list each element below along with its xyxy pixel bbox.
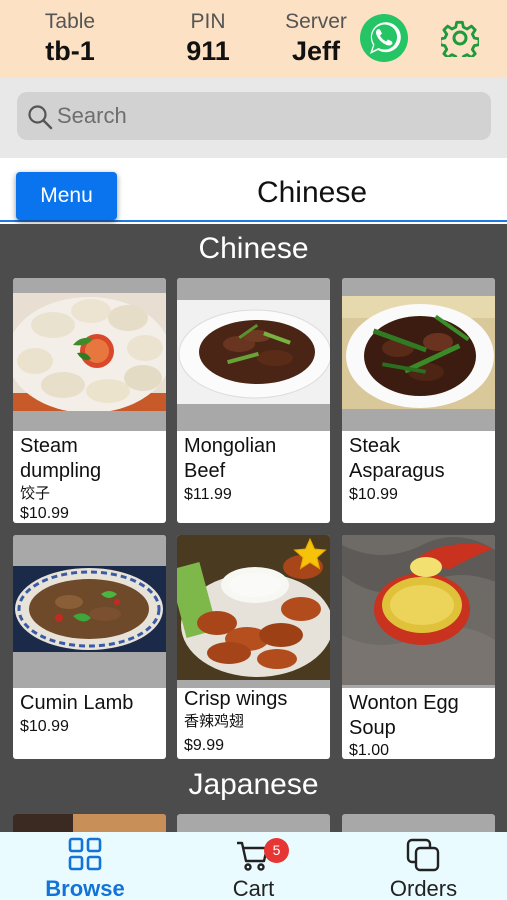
search-input[interactable]	[57, 100, 477, 132]
item-name-line1: Steam	[20, 435, 78, 457]
server-label: Server	[285, 10, 347, 33]
menu-item-card[interactable]: Steam dumpling 饺子 $10.99	[13, 278, 166, 523]
item-subtitle: 饺子	[20, 485, 51, 502]
menu-item-card[interactable]: Mongolian Beef $11.99	[177, 278, 330, 523]
wonton-egg-soup-image	[342, 535, 495, 685]
menu-item-card[interactable]: Crisp wings 香辣鸡翅 $9.99	[177, 535, 330, 759]
item-price: $10.99	[349, 486, 398, 503]
section-title-japanese: Japanese	[188, 768, 319, 801]
mongolian-beef-image	[177, 300, 330, 404]
item-price: $9.99	[184, 737, 225, 754]
gear-icon[interactable]	[438, 19, 481, 63]
menu-button[interactable]: Menu	[16, 172, 117, 220]
table-label: Table	[44, 10, 96, 33]
menu-item-card[interactable]: Wonton Egg Soup $1.00	[342, 535, 495, 759]
item-name: Crisp wings	[184, 688, 288, 710]
search-area	[0, 78, 507, 158]
tab-cart[interactable]: Cart	[190, 832, 317, 900]
item-image	[13, 814, 166, 832]
favorite-star-icon[interactable]	[293, 538, 327, 570]
menu-item-card[interactable]: Cumin Lamb $10.99	[13, 535, 166, 759]
grid-icon	[68, 837, 102, 871]
tab-cart-label: Cart	[232, 876, 275, 900]
tab-orders[interactable]: Orders	[360, 832, 487, 900]
section-title-chinese: Chinese	[198, 232, 309, 265]
item-price: $11.99	[184, 486, 232, 503]
cart-count-badge: 5	[264, 838, 289, 863]
tab-orders-label: Orders	[389, 876, 458, 900]
table-value: tb-1	[45, 36, 95, 66]
category-bar: Menu Chinese	[0, 158, 507, 222]
item-name-line1: Wonton Egg	[349, 692, 459, 714]
tab-browse[interactable]: Browse	[20, 832, 150, 900]
item-name-line2: Asparagus	[349, 460, 445, 482]
item-subtitle: 香辣鸡翅	[184, 713, 245, 730]
app-root: Table tb-1 PIN 911 Server Jeff Search Me…	[0, 0, 507, 900]
order-info-header: Table tb-1 PIN 911 Server Jeff	[0, 0, 507, 78]
menu-item-card[interactable]	[13, 814, 166, 832]
menu-item-card[interactable]	[177, 814, 330, 832]
server-info: Server Jeff	[280, 10, 352, 68]
item-name-line1: Steak	[349, 435, 401, 457]
item-price: $10.99	[20, 718, 69, 735]
steak-asparagus-image	[342, 296, 495, 409]
pin-label: PIN	[190, 10, 226, 33]
bottom-nav: Browse Cart Orders	[0, 832, 507, 900]
server-value: Jeff	[291, 36, 340, 66]
search-icon	[27, 104, 53, 135]
item-name-line2: dumpling	[20, 460, 102, 482]
pin-info: PIN 911	[178, 10, 238, 68]
whatsapp-icon[interactable]	[360, 14, 408, 62]
item-name-line2: Soup	[349, 717, 396, 739]
item-name: Cumin Lamb	[20, 692, 134, 714]
search-bar[interactable]	[17, 92, 491, 140]
item-price: $10.99	[20, 505, 69, 522]
category-title: Chinese	[256, 176, 368, 209]
menu-content[interactable]: Chinese Steam dumpling 饺子 $10.99 Mongoli…	[0, 224, 507, 832]
pin-value: 911	[186, 36, 230, 66]
cumin-lamb-image	[13, 566, 166, 652]
menu-item-card[interactable]: Steak Asparagus $10.99	[342, 278, 495, 523]
menu-item-card[interactable]	[342, 814, 495, 832]
steam-dumpling-image	[13, 293, 166, 411]
tab-browse-label: Browse	[45, 876, 125, 900]
item-price: $1.00	[349, 742, 390, 759]
orders-icon	[406, 838, 440, 872]
item-name-line2: Beef	[184, 460, 226, 482]
table-info: Table tb-1	[38, 10, 102, 68]
item-name-line1: Mongolian	[184, 435, 277, 457]
